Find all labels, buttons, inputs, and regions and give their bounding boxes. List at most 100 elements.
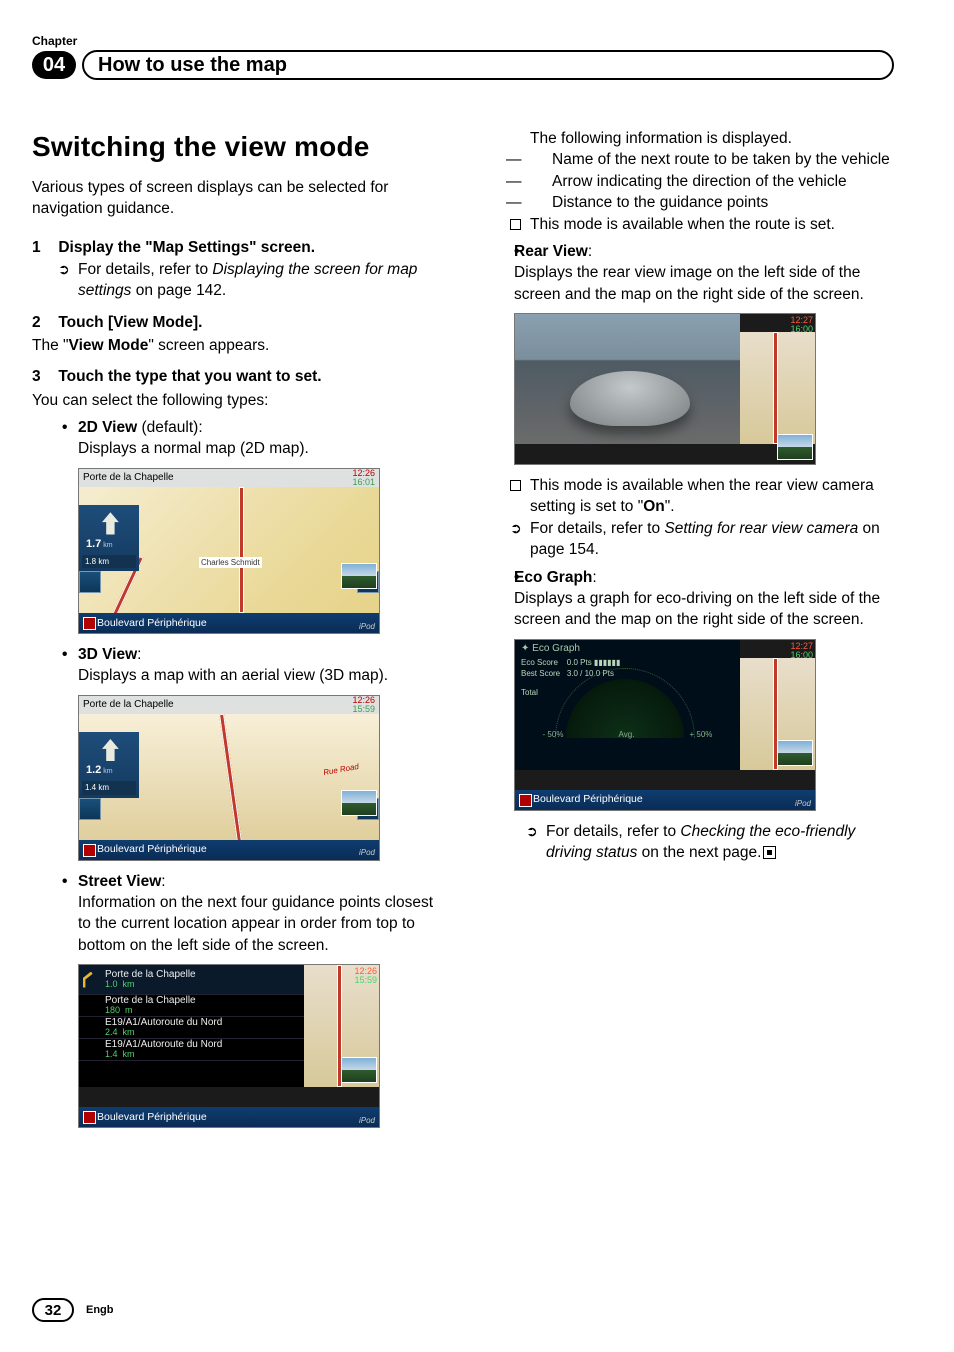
info-item-2: Arrow indicating the direction of the ve… — [484, 171, 894, 192]
fig-eg-title-text: Eco Graph — [532, 643, 580, 654]
fig-2d-street-label: Charles Schmidt — [199, 557, 262, 568]
guidance-arrow-icon — [83, 998, 99, 1014]
fig-eg-ipod-label: iPod — [795, 798, 811, 809]
step-2-body-b: View Mode — [69, 337, 149, 354]
page-footer: 32 Engb — [32, 1298, 114, 1322]
fig-3d-menu-button-left[interactable] — [79, 798, 101, 820]
fig-sv-item-4: E19/A1/Autoroute du Nord 1.4 km — [79, 1039, 304, 1061]
fig-eg-road-name: Boulevard Périphérique — [533, 792, 643, 806]
fig-eg-panel: ✦ Eco Graph Eco Score 0.0 Pts ▮▮▮▮▮▮ Bes… — [515, 640, 740, 770]
turn-arrow-icon — [95, 737, 123, 762]
fig-eg-title: ✦ Eco Graph — [521, 642, 734, 656]
fig-sv-dist-1: 1.0 — [105, 979, 118, 989]
bullet-eg-desc: Displays a graph for eco-driving on the … — [484, 588, 894, 631]
eco-ref-a: For details, refer to — [546, 823, 680, 840]
fig-3d-subdistance: 1.4 km — [82, 781, 136, 794]
figure-eco-graph: ✦ Eco Graph Eco Score 0.0 Pts ▮▮▮▮▮▮ Bes… — [514, 639, 816, 811]
fig-sv-time2: 15:59 — [354, 976, 377, 985]
bullet-rv-desc: Displays the rear view image on the left… — [484, 262, 894, 305]
chapter-label: Chapter — [32, 34, 894, 48]
rear-note-b: On — [643, 498, 665, 515]
step-3-title: Touch the type that you want to set. — [58, 368, 321, 385]
bullet-sv-suffix: : — [161, 873, 165, 890]
fig-2d-titlebar: Porte de la Chapelle 12:26 16:01 — [79, 469, 379, 487]
fig-3d-ipod-label: iPod — [359, 847, 375, 858]
fig-sv-road-name: Boulevard Périphérique — [97, 1110, 207, 1124]
fig-sv-dist-2: 180 — [105, 1005, 120, 1015]
rear-note: This mode is available when the rear vie… — [484, 475, 894, 518]
rear-note-c: ". — [665, 498, 675, 515]
fig-3d-titlebar: Porte de la Chapelle 12:26 15:59 — [79, 696, 379, 714]
fig-sv-unit-1: km — [123, 979, 135, 989]
bullet-3d-desc: Displays a map with an aerial view (3D m… — [32, 665, 442, 686]
fig-sv-dist-3: 2.4 — [105, 1027, 118, 1037]
rear-ref-link: Setting for rear view camera — [664, 520, 858, 537]
bullet-rear-view: Rear View: — [484, 241, 894, 262]
fig-3d-distance: 1.2 — [82, 764, 101, 776]
fig-2d-subdist-val: 1.8 — [85, 556, 96, 567]
fig-2d-time-badge: 12:26 16:01 — [352, 469, 375, 487]
info-item-2-text: Arrow indicating the direction of the ve… — [552, 173, 847, 190]
fig-3d-preview-image — [341, 790, 377, 816]
step-3-number: 3 — [32, 366, 54, 387]
fig-sv-road-bar: Boulevard Périphérique iPod — [79, 1107, 379, 1127]
step-1-reference: For details, refer to Displaying the scr… — [32, 259, 442, 302]
fig-sv-item-1: Porte de la Chapelle 1.0 km — [79, 965, 304, 995]
bullet-sv-desc: Information on the next four guidance po… — [32, 892, 442, 956]
left-column: Switching the view mode Various types of… — [32, 128, 442, 1138]
fig-3d-time-badge: 12:26 15:59 — [352, 696, 375, 714]
step-3: 3 Touch the type that you want to set. — [32, 366, 442, 387]
fig-2d-distance: 1.7 — [82, 538, 101, 550]
fig-3d-road-name: Boulevard Périphérique — [97, 842, 207, 856]
guidance-arrow-icon — [83, 1020, 99, 1036]
bullet-3d-suffix: : — [137, 646, 141, 663]
fig-eg-score-val: 0.0 Pts — [567, 658, 592, 667]
fig-sv-ipod-label: iPod — [359, 1115, 375, 1126]
step-1-ref-tail: on page 142. — [131, 282, 226, 299]
fig-eg-score-label: Eco Score — [521, 658, 558, 667]
fig-eg-preview-image — [777, 740, 813, 766]
right-column: The following information is displayed. … — [484, 128, 894, 1138]
step-2-body-a: The " — [32, 337, 69, 354]
fig-3d-distance-unit: km — [101, 768, 112, 775]
fig-rv-camera-image — [515, 314, 740, 444]
bullet-2d-suffix: (default): — [137, 419, 202, 436]
info-route-note: This mode is available when the route is… — [484, 214, 894, 235]
bullet-eg-name: Eco Graph — [514, 569, 592, 586]
section-title: Switching the view mode — [32, 128, 442, 167]
bullet-2d-desc: Displays a normal map (2D map). — [32, 438, 442, 459]
info-item-3-text: Distance to the guidance points — [552, 194, 768, 211]
fig-3d-time2: 15:59 — [352, 705, 375, 714]
section-end-icon — [763, 846, 776, 859]
step-2-title: Touch [View Mode]. — [58, 314, 202, 331]
fig-sv-item-3: E19/A1/Autoroute du Nord 2.4 km — [79, 1017, 304, 1039]
bullet-3d-view: 3D View: — [32, 644, 442, 665]
step-2: 2 Touch [View Mode]. — [32, 312, 442, 333]
fig-2d-menu-button-left[interactable] — [79, 571, 101, 593]
info-route-note-text: This mode is available when the route is… — [530, 216, 835, 233]
bullet-rv-suffix: : — [588, 243, 592, 260]
fig-rv-vehicle — [570, 371, 690, 426]
fig-3d-destination: Porte de la Chapelle — [83, 698, 174, 712]
fig-sv-list: Porte de la Chapelle 1.0 km Porte de la … — [79, 965, 304, 1087]
fig-eg-neg: - 50% — [543, 729, 564, 740]
fig-sv-time-badge: 12:26 15:59 — [354, 967, 377, 985]
fig-2d-subdist-unit: km — [98, 556, 109, 567]
fig-rv-time2: 16:00 — [790, 325, 813, 334]
fig-2d-distance-unit: km — [101, 542, 112, 549]
step-2-body-c: " screen appears. — [148, 337, 269, 354]
chapter-header: 04 How to use the map — [32, 50, 894, 80]
bullet-street-view: Street View: — [32, 871, 442, 892]
fig-2d-turn-panel: 1.7km 1.8 km — [79, 505, 139, 571]
rear-note-a: This mode is available when the rear vie… — [530, 477, 874, 515]
fig-2d-route-line — [239, 487, 244, 613]
fig-sv-dist-4: 1.4 — [105, 1049, 118, 1059]
fig-2d-ipod-label: iPod — [359, 621, 375, 632]
step-2-number: 2 — [32, 312, 54, 333]
bullet-2d-view: 2D View (default): — [32, 417, 442, 438]
language-code: Engb — [86, 1304, 114, 1316]
info-item-1: Name of the next route to be taken by th… — [484, 149, 894, 170]
fig-2d-time2: 16:01 — [352, 478, 375, 487]
eco-reference: For details, refer to Checking the eco-f… — [484, 821, 894, 864]
bullet-eco-graph: Eco Graph: — [484, 567, 894, 588]
